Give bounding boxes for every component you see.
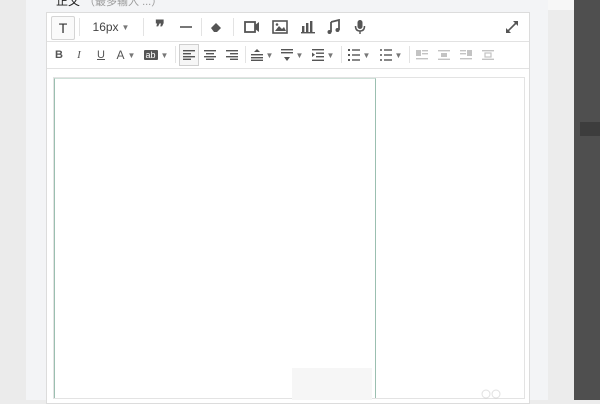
underline-button[interactable]: U — [93, 43, 109, 67]
paragraph-spacing-icon — [280, 49, 293, 61]
chevron-down-icon: ▼ — [265, 50, 274, 60]
indent-button[interactable]: ▼ — [309, 43, 337, 67]
unordered-list-button[interactable]: ▼ — [377, 43, 405, 67]
chart-icon — [301, 21, 315, 34]
chevron-down-icon: ▼ — [127, 50, 136, 60]
field-label: 正文 （最多输入 ...） — [56, 0, 162, 8]
float-left-icon — [416, 50, 428, 60]
ordered-list-icon — [347, 49, 360, 61]
microphone-icon — [354, 20, 366, 34]
align-left-button[interactable] — [179, 44, 199, 66]
font-color-button[interactable]: A ▼ — [113, 43, 139, 67]
chevron-down-icon: ▼ — [362, 50, 371, 60]
toolbar-separator — [409, 46, 410, 63]
chevron-down-icon: ▼ — [160, 50, 169, 60]
text-style-button[interactable]: T — [51, 16, 75, 40]
bold-button[interactable]: B — [51, 43, 67, 67]
underline-label: U — [97, 49, 105, 61]
float-left-button[interactable] — [413, 43, 431, 67]
float-center-button[interactable] — [435, 43, 453, 67]
left-gutter — [0, 0, 26, 400]
bold-label: B — [55, 49, 63, 61]
toolbar-separator — [175, 46, 176, 63]
indent-icon — [311, 49, 324, 61]
highlight-label: ab — [143, 50, 158, 60]
image-button[interactable] — [269, 15, 291, 39]
background-artifact — [292, 368, 372, 400]
video-icon — [244, 21, 259, 33]
quote-icon: ❞ — [155, 17, 165, 37]
music-button[interactable] — [323, 15, 345, 39]
watermark-icon — [481, 389, 501, 399]
chevron-down-icon: ▼ — [394, 50, 403, 60]
float-right-icon — [460, 50, 472, 60]
unordered-list-icon — [379, 49, 392, 61]
line-height-icon — [250, 49, 263, 61]
eraser-button[interactable] — [205, 15, 227, 39]
font-size-select[interactable]: 16px ▼ — [85, 15, 137, 39]
editable-region[interactable] — [54, 78, 376, 398]
toolbar-separator — [143, 18, 144, 36]
highlight-color-button[interactable]: ab ▼ — [141, 43, 171, 67]
field-label-text: 正文 — [56, 0, 81, 8]
line-height-button[interactable]: ▼ — [249, 43, 275, 67]
music-icon — [327, 19, 340, 34]
rich-text-editor: T 16px ▼ ❞ B I U A ▼ ab ▼ ▼ ▼ ▼ ▼ ▼ — [46, 12, 530, 404]
editor-content-area[interactable] — [53, 77, 525, 399]
italic-button[interactable]: I — [71, 43, 87, 67]
toolbar-separator — [341, 46, 342, 63]
chevron-down-icon: ▼ — [121, 22, 130, 32]
right-strip-marker — [580, 122, 600, 136]
italic-label: I — [77, 49, 81, 61]
float-none-button[interactable] — [479, 43, 497, 67]
toolbar-separator — [233, 18, 234, 36]
float-none-icon — [482, 50, 494, 60]
microphone-button[interactable] — [349, 15, 371, 39]
toolbar-separator — [79, 18, 80, 36]
horizontal-rule-icon — [180, 26, 192, 28]
float-right-button[interactable] — [457, 43, 475, 67]
font-size-value: 16px — [92, 20, 119, 34]
text-style-label: T — [58, 20, 68, 36]
right-scroll-strip — [574, 0, 600, 400]
ordered-list-button[interactable]: ▼ — [345, 43, 373, 67]
toolbar-row-2: B I U A ▼ ab ▼ ▼ ▼ ▼ ▼ ▼ — [47, 42, 529, 69]
chart-button[interactable] — [297, 15, 319, 39]
expand-icon — [506, 21, 518, 33]
align-left-icon — [183, 50, 195, 60]
toolbar-row-1: T 16px ▼ ❞ — [47, 13, 529, 42]
image-icon — [272, 20, 288, 34]
eraser-icon — [211, 23, 221, 32]
paragraph-spacing-button[interactable]: ▼ — [279, 43, 305, 67]
expand-button[interactable] — [501, 15, 523, 39]
video-button[interactable] — [241, 15, 263, 39]
align-center-icon — [204, 50, 216, 60]
chevron-down-icon: ▼ — [295, 50, 304, 60]
toolbar-separator — [245, 46, 246, 63]
align-right-icon — [226, 50, 238, 60]
quote-button[interactable]: ❞ — [149, 15, 171, 39]
horizontal-rule-button[interactable] — [175, 15, 197, 39]
float-center-icon — [438, 50, 450, 60]
align-right-button[interactable] — [223, 43, 241, 67]
font-color-label: A — [116, 48, 125, 62]
chevron-down-icon: ▼ — [326, 50, 335, 60]
toolbar-separator — [201, 18, 202, 36]
field-hint: （最多输入 ...） — [84, 0, 163, 8]
align-center-button[interactable] — [201, 43, 219, 67]
